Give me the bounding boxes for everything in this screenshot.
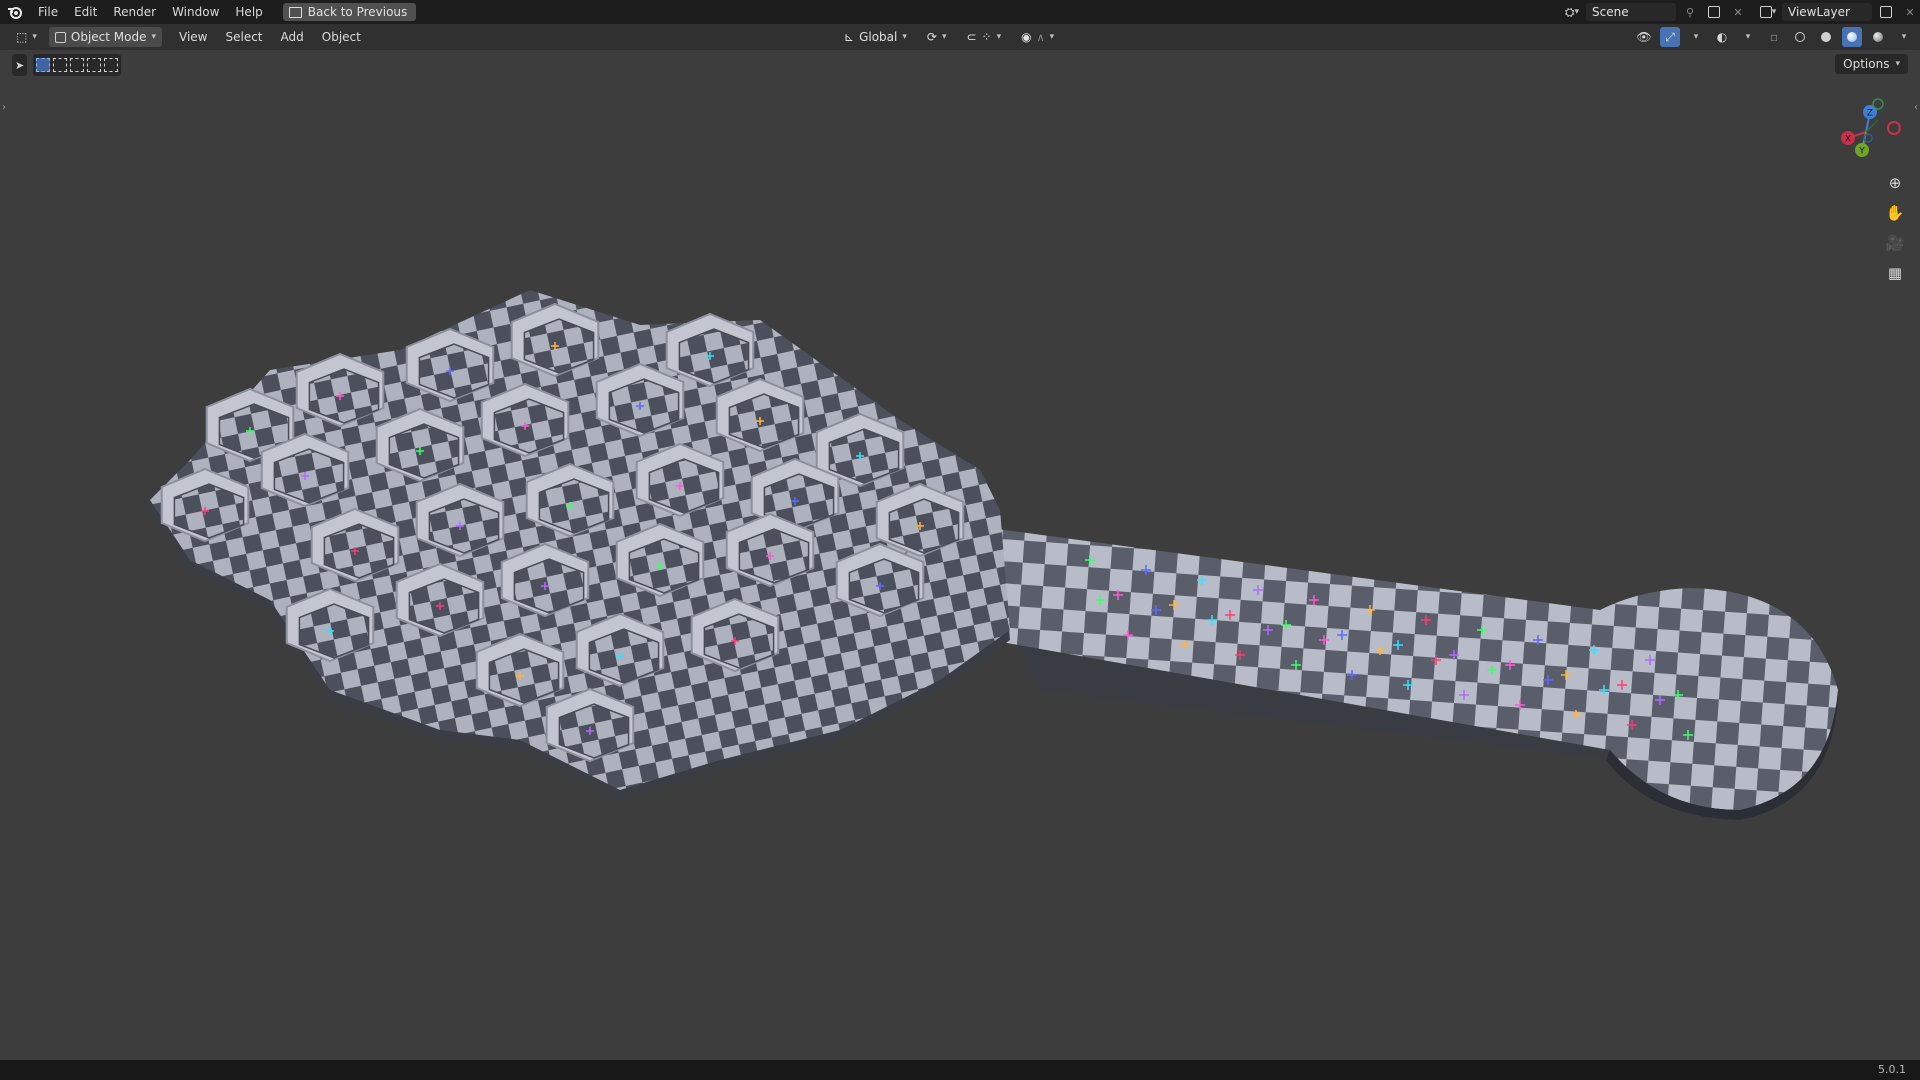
navigation-gizmo[interactable]: X Z Y bbox=[1822, 92, 1902, 172]
menu-object[interactable]: Object bbox=[313, 24, 370, 50]
material-shading-icon bbox=[1847, 32, 1857, 42]
neg-y-axis-handle[interactable] bbox=[1872, 98, 1884, 110]
pivot-icon: ⟳ bbox=[926, 30, 937, 44]
rendered-shading-icon bbox=[1873, 32, 1883, 42]
proportional-edit-toggle[interactable]: ◉ ∧ ▾ bbox=[1015, 27, 1060, 47]
sidebar-expand-arrow[interactable]: ‹ bbox=[1914, 102, 1918, 113]
overlay-dropdown[interactable]: ▾ bbox=[1738, 27, 1758, 47]
blender-logo[interactable] bbox=[6, 3, 24, 21]
top-menu-bar: File Edit Render Window Help Back to Pre… bbox=[0, 0, 1920, 24]
zoom-icon: ⊕ bbox=[1888, 174, 1902, 192]
tool-settings-row: ➤ bbox=[12, 54, 122, 76]
gizmo-dropdown[interactable]: ▾ bbox=[1686, 27, 1706, 47]
select-subtract-icon[interactable] bbox=[70, 58, 85, 72]
active-tool-button[interactable]: ➤ bbox=[12, 54, 28, 76]
snap-icon: ⊂ bbox=[966, 30, 977, 44]
pan-button[interactable]: ✋ bbox=[1882, 200, 1908, 226]
version-label: 5.0.1 bbox=[1878, 1063, 1906, 1076]
select-invert-icon[interactable] bbox=[87, 58, 102, 72]
scene-selector-button[interactable]: ⛭ ▾ bbox=[1562, 2, 1582, 22]
menu-file[interactable]: File bbox=[30, 0, 66, 24]
menu-add[interactable]: Add bbox=[272, 24, 313, 50]
material-shading-button[interactable] bbox=[1842, 27, 1862, 47]
select-intersect-icon[interactable] bbox=[104, 58, 119, 72]
menu-window[interactable]: Window bbox=[164, 0, 227, 24]
overlay-toggle[interactable]: ◐ bbox=[1712, 27, 1732, 47]
copy-icon bbox=[1880, 6, 1892, 18]
wireframe-shading-button[interactable] bbox=[1790, 27, 1810, 47]
shading-dropdown[interactable]: ▾ bbox=[1894, 27, 1914, 47]
scene-name-field[interactable]: Scene bbox=[1586, 3, 1676, 21]
neg-x-axis-handle[interactable] bbox=[1887, 121, 1901, 135]
select-extend-icon[interactable] bbox=[53, 58, 68, 72]
viewport-header: ⬚ ▾ Object Mode ▾ View Select Add Object … bbox=[0, 24, 1920, 50]
new-viewlayer-button[interactable] bbox=[1876, 2, 1896, 22]
menu-help[interactable]: Help bbox=[227, 0, 270, 24]
status-bar: 5.0.1 bbox=[0, 1060, 1920, 1080]
options-dropdown[interactable]: Options ▾ bbox=[1835, 54, 1908, 74]
menu-view[interactable]: View bbox=[170, 24, 216, 50]
editor-type-icon: ⬚ bbox=[16, 30, 28, 44]
back-to-previous-label: Back to Previous bbox=[307, 5, 408, 19]
solid-shading-button[interactable] bbox=[1816, 27, 1836, 47]
snap-target-icon: ⁘ bbox=[981, 30, 992, 44]
z-axis-label: Z bbox=[1867, 109, 1873, 119]
3d-viewport[interactable]: › ‹ bbox=[0, 50, 1920, 1060]
y-axis-label: Y bbox=[1858, 147, 1865, 157]
pan-hand-icon: ✋ bbox=[1885, 204, 1905, 222]
remove-scene-button[interactable]: ✕ bbox=[1728, 2, 1748, 22]
object-mode-icon bbox=[54, 31, 66, 43]
visibility-icon: 👁 bbox=[1636, 30, 1652, 44]
select-new-icon[interactable] bbox=[36, 58, 51, 72]
editor-type-dropdown[interactable]: ⬚ ▾ bbox=[10, 27, 43, 47]
xray-icon: ▫ bbox=[1769, 30, 1779, 44]
visibility-dropdown[interactable]: 👁 bbox=[1634, 27, 1654, 47]
viewlayer-icon bbox=[1759, 6, 1772, 18]
scene-name: Scene bbox=[1592, 5, 1629, 19]
proportional-edit-icon: ◉ bbox=[1021, 30, 1032, 44]
selection-mode-group bbox=[33, 54, 122, 76]
pin-icon[interactable]: ⚲ bbox=[1680, 2, 1700, 22]
options-label: Options bbox=[1843, 57, 1890, 71]
viewlayer-name: ViewLayer bbox=[1788, 5, 1850, 19]
perspective-toggle-button[interactable]: ▦ bbox=[1882, 260, 1908, 286]
copy-icon bbox=[1708, 6, 1720, 18]
rendered-shading-button[interactable] bbox=[1868, 27, 1888, 47]
gizmo-toggle[interactable]: ⤢ bbox=[1660, 27, 1680, 47]
select-tool-icon: ➤ bbox=[15, 58, 25, 72]
x-axis-label: X bbox=[1845, 135, 1851, 145]
zoom-button[interactable]: ⊕ bbox=[1882, 170, 1908, 196]
object-mode-dropdown[interactable]: Object Mode ▾ bbox=[48, 27, 162, 47]
toolbar-expand-arrow[interactable]: › bbox=[2, 102, 6, 113]
snap-toggle[interactable]: ⊂ ⁘ ▾ bbox=[960, 27, 1007, 47]
overlay-icon: ◐ bbox=[1716, 30, 1728, 44]
honeycomb-paddle-mesh[interactable] bbox=[150, 290, 1838, 820]
viewlayer-name-field[interactable]: ViewLayer bbox=[1782, 3, 1872, 21]
back-icon bbox=[288, 6, 302, 18]
xray-toggle[interactable]: ▫ bbox=[1764, 27, 1784, 47]
object-mode-label: Object Mode bbox=[70, 30, 147, 44]
viewlayer-selector-button[interactable]: ▾ bbox=[1758, 2, 1778, 22]
new-scene-button[interactable] bbox=[1704, 2, 1724, 22]
menu-render[interactable]: Render bbox=[105, 0, 164, 24]
transform-orientation-dropdown[interactable]: ⊾ Global ▾ bbox=[838, 27, 913, 47]
camera-icon: 🎥 bbox=[1885, 234, 1905, 252]
camera-view-button[interactable]: 🎥 bbox=[1882, 230, 1908, 256]
remove-viewlayer-button[interactable]: ✕ bbox=[1900, 2, 1920, 22]
pivot-point-dropdown[interactable]: ⟳ ▾ bbox=[921, 27, 953, 47]
solid-shading-icon bbox=[1821, 32, 1831, 42]
grid-icon: ▦ bbox=[1887, 264, 1903, 282]
menu-edit[interactable]: Edit bbox=[66, 0, 105, 24]
global-orientation-icon: ⊾ bbox=[844, 30, 855, 44]
viewport-canvas[interactable] bbox=[0, 50, 1920, 1060]
scene-icon: ⛭ bbox=[1564, 4, 1575, 19]
transform-orientation-label: Global bbox=[859, 30, 898, 44]
menu-select[interactable]: Select bbox=[216, 24, 271, 50]
gizmo-icon: ⤢ bbox=[1665, 29, 1675, 44]
wireframe-shading-icon bbox=[1795, 32, 1805, 42]
back-to-previous-button[interactable]: Back to Previous bbox=[282, 3, 417, 21]
